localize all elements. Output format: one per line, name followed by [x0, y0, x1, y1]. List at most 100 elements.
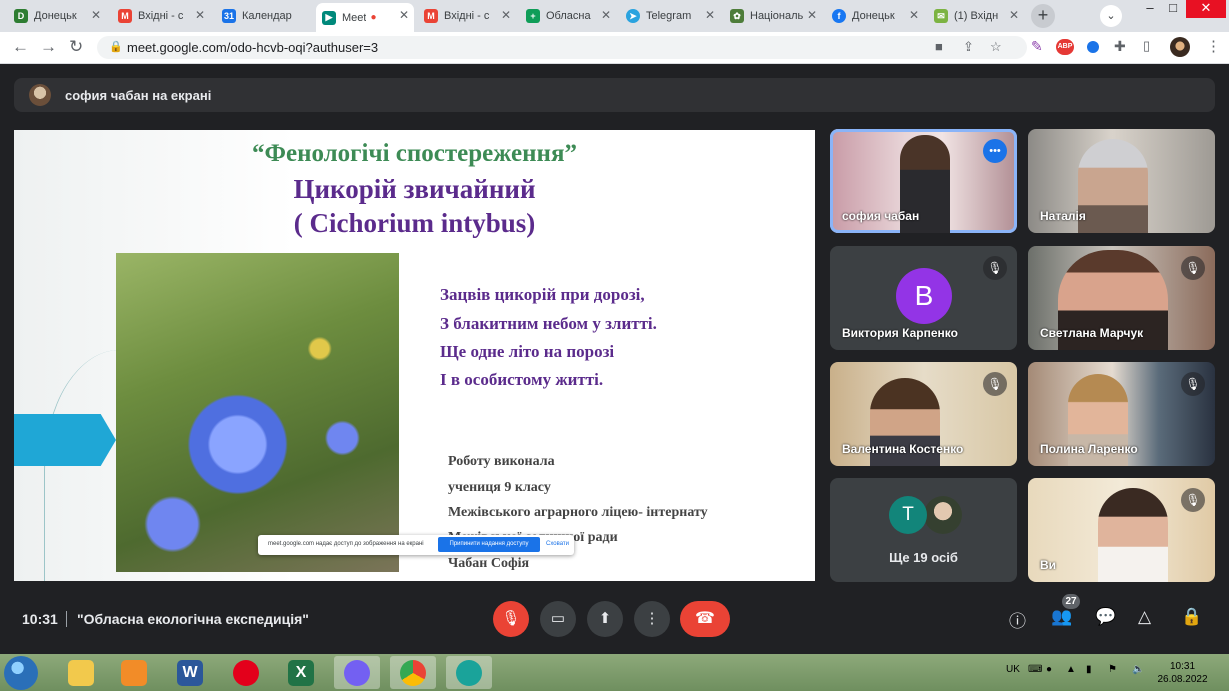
url-text: meet.google.com/odo-hcvb-oqi?authuser=3	[127, 40, 379, 55]
profile-avatar[interactable]	[1170, 37, 1190, 57]
tab-national[interactable]: ✿ Національ ✕	[724, 3, 822, 29]
bookmark-star-icon[interactable]: ☆	[990, 39, 1002, 55]
close-tab-icon[interactable]: ✕	[601, 8, 611, 22]
maximize-icon[interactable]: □	[1163, 0, 1183, 18]
menu-kebab-icon[interactable]: ⋮	[1206, 37, 1221, 55]
poem-line: Ще одне літо на порозі	[440, 342, 615, 361]
window-close-icon[interactable]: ✕	[1186, 0, 1226, 18]
taskbar-media-player[interactable]	[111, 656, 157, 689]
sheets-icon: +	[526, 9, 540, 23]
network-icon[interactable]: ▮	[1086, 664, 1092, 675]
flag-icon[interactable]: ⚑	[1108, 664, 1117, 675]
clock-date: 26.08.2022	[1157, 674, 1208, 685]
author-line: учениця 9 класу	[448, 480, 551, 495]
taskbar-explorer[interactable]	[58, 656, 104, 689]
present-screen-button[interactable]: ⬆	[587, 601, 623, 637]
tray-status-icon[interactable]: ●	[1046, 664, 1052, 675]
tray-up-arrow-icon[interactable]: ▲	[1066, 664, 1076, 675]
new-tab-button[interactable]: +	[1031, 4, 1055, 28]
participant-name: Наталія	[1040, 209, 1086, 223]
minimize-icon[interactable]: –	[1140, 0, 1160, 18]
chicory-flower-photo	[116, 253, 399, 572]
participant-tile[interactable]: 🎙 Полина Ларенко	[1028, 362, 1215, 466]
system-clock[interactable]: 10:31 26.08.2022	[1155, 660, 1210, 686]
participant-tile[interactable]: 🎙 Светлана Марчук	[1028, 246, 1215, 350]
close-tab-icon[interactable]: ✕	[501, 8, 511, 22]
chat-icon[interactable]: 💬	[1095, 607, 1116, 627]
back-arrow-icon[interactable]: ←	[12, 37, 29, 57]
close-tab-icon[interactable]: ✕	[399, 8, 409, 22]
reload-icon[interactable]: ↻	[69, 37, 83, 57]
participant-tile[interactable]: 🎙 Валентина Костенко	[830, 362, 1017, 466]
tab-gmail-inbox-2[interactable]: M Вхідні - с ✕	[418, 3, 516, 29]
leave-call-button[interactable]: ☎	[680, 601, 730, 637]
windows-taskbar: W X	[0, 654, 1229, 691]
close-tab-icon[interactable]: ✕	[807, 8, 817, 22]
mic-off-icon: 🎙	[1181, 256, 1205, 280]
meeting-time: 10:31	[22, 611, 58, 627]
share-icon[interactable]: ⇪	[963, 39, 974, 55]
adblock-icon[interactable]: ABP	[1056, 39, 1074, 55]
tab-calendar[interactable]: 31 Календар	[216, 3, 312, 29]
participant-tile[interactable]: 🎙 В Виктория Карпенко	[830, 246, 1017, 350]
taskbar-excel[interactable]: X	[278, 656, 324, 689]
close-tab-icon[interactable]: ✕	[909, 8, 919, 22]
host-controls-lock-icon[interactable]: 🔒	[1181, 607, 1202, 627]
more-participants-tile[interactable]: T Ще 19 осіб	[830, 478, 1017, 582]
tab-sheets[interactable]: + Обласна ✕	[520, 3, 616, 29]
tab-search-chevron-down-icon[interactable]: ⌄	[1100, 5, 1122, 27]
language-indicator[interactable]: UK	[1006, 664, 1020, 675]
camera-button[interactable]: ▭	[540, 601, 576, 637]
camera-icon[interactable]: ■	[935, 39, 943, 54]
chrome-icon	[400, 659, 426, 686]
close-tab-icon[interactable]: ✕	[91, 8, 101, 22]
more-options-button[interactable]: ⋮	[634, 601, 670, 637]
lock-icon[interactable]: 🔒	[109, 40, 123, 53]
mic-off-icon: 🎙	[501, 610, 521, 627]
tab-gmail-inbox[interactable]: M Вхідні - с ✕	[112, 3, 210, 29]
tab-label: (1) Вхідн	[954, 10, 999, 22]
participant-tile[interactable]: Наталія	[1028, 129, 1215, 233]
volume-icon[interactable]: 🔈	[1132, 664, 1144, 675]
taskbar-viber[interactable]	[334, 656, 380, 689]
tab-mail[interactable]: ✉ (1) Вхідн ✕	[928, 3, 1024, 29]
forward-arrow-icon[interactable]: →	[40, 37, 57, 57]
participant-name: Светлана Марчук	[1040, 326, 1144, 340]
keyboard-icon[interactable]: ⌨	[1028, 664, 1042, 675]
mic-off-button[interactable]: 🎙	[493, 601, 529, 637]
close-tab-icon[interactable]: ✕	[705, 8, 715, 22]
taskbar-opera[interactable]	[223, 656, 269, 689]
slide-title-line1: “Фенологічі спостереження”	[252, 140, 577, 167]
tab-telegram[interactable]: ➤ Telegram ✕	[620, 3, 720, 29]
hide-link[interactable]: Сховати	[546, 541, 569, 547]
participant-name: Валентина Костенко	[842, 442, 964, 456]
close-tab-icon[interactable]: ✕	[195, 8, 205, 22]
poem-line: З блакитним небом у злитті.	[440, 314, 657, 333]
address-bar[interactable]: 🔒 meet.google.com/odo-hcvb-oqi?authuser=…	[97, 36, 1027, 59]
participant-name: Ви	[1040, 558, 1057, 572]
extension-blue-icon[interactable]	[1087, 41, 1099, 53]
info-icon[interactable]: ⓘ	[1009, 607, 1026, 632]
puzzle-extensions-icon[interactable]: ✚	[1114, 38, 1126, 55]
author-line: Межівського аграрного ліцею- інтернату	[448, 505, 708, 520]
tab-doneck[interactable]: D Донецьк ✕	[8, 3, 106, 29]
tab-meet[interactable]: ▶ Meet ● ✕	[316, 3, 414, 32]
tab-facebook[interactable]: f Донецьк ✕	[826, 3, 924, 29]
taskbar-app-e[interactable]	[446, 656, 492, 689]
participant-tile[interactable]: ••• софия чабан	[830, 129, 1017, 233]
sidepanel-icon[interactable]: ▯	[1143, 38, 1150, 54]
taskbar-chrome[interactable]	[390, 656, 436, 689]
close-tab-icon[interactable]: ✕	[1009, 8, 1019, 22]
self-tile[interactable]: 🎙 Ви	[1028, 478, 1215, 582]
start-button[interactable]	[4, 656, 38, 690]
tab-label: Календар	[242, 10, 292, 22]
self-video	[1098, 488, 1168, 582]
activities-icon[interactable]: △	[1138, 607, 1151, 627]
people-icon[interactable]: 👥	[1051, 607, 1072, 627]
presenting-banner: софия чабан на екрані	[14, 78, 1215, 112]
stop-sharing-button[interactable]: Припинити надання доступу	[438, 537, 540, 552]
pen-extension-icon[interactable]: ✎	[1031, 38, 1043, 55]
author-line: Роботу виконала	[448, 454, 555, 469]
participant-avatar: В	[896, 268, 952, 324]
taskbar-word[interactable]: W	[167, 656, 213, 689]
